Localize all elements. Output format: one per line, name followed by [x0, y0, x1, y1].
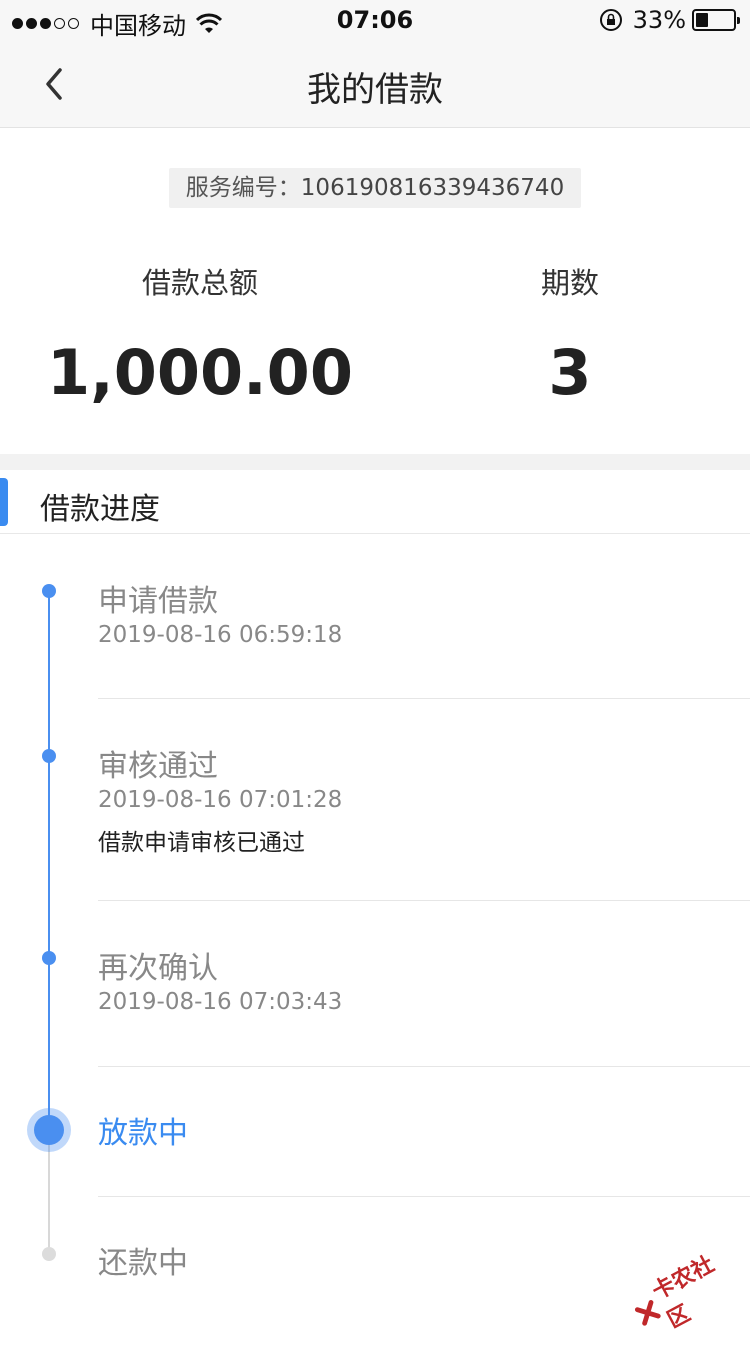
periods-label: 期数 [420, 260, 720, 302]
battery-percentage: 33% [633, 6, 686, 34]
step-dot-repaying [42, 1247, 56, 1261]
step-divider [98, 900, 750, 901]
step-dot-confirm [42, 951, 56, 965]
status-right: 33% [599, 6, 736, 34]
section-accent-bar [0, 478, 8, 526]
rotation-lock-icon [599, 8, 623, 32]
step-divider [98, 1196, 750, 1197]
amount-value: 1,000.00 [40, 336, 360, 409]
status-bar: 中国移动 07:06 33% [0, 0, 750, 40]
step-divider [98, 1066, 750, 1067]
step-note-approved: 借款申请审核已通过 [98, 823, 305, 857]
service-number-label: 服务编号： [186, 175, 301, 201]
service-number-badge: 服务编号：106190816339436740 [169, 168, 581, 208]
step-dot-apply [42, 584, 56, 598]
step-dot-disbursing-current [34, 1115, 64, 1145]
amount-label: 借款总额 [40, 260, 360, 302]
section-gap [0, 454, 750, 470]
step-time-confirm: 2019-08-16 07:03:43 [98, 989, 342, 1015]
progress-section-header: 借款进度 [0, 470, 750, 534]
step-dot-approved [42, 749, 56, 763]
step-time-apply: 2019-08-16 06:59:18 [98, 622, 342, 648]
loan-summary: 服务编号：106190816339436740 借款总额 1,000.00 期数… [0, 128, 750, 454]
periods-value: 3 [420, 336, 720, 409]
service-number-value: 106190816339436740 [301, 175, 564, 201]
timeline-line-completed [48, 590, 50, 1130]
step-title-disbursing: 放款中 [98, 1108, 188, 1152]
page-title: 我的借款 [0, 62, 750, 111]
step-divider [98, 698, 750, 699]
progress-timeline: 申请借款 2019-08-16 06:59:18 审核通过 2019-08-16… [0, 534, 750, 1334]
progress-section-title: 借款进度 [40, 484, 160, 528]
step-time-approved: 2019-08-16 07:01:28 [98, 787, 342, 813]
battery-icon [692, 9, 736, 31]
step-title-repaying: 还款中 [98, 1238, 188, 1282]
nav-bar: 我的借款 [0, 40, 750, 128]
step-title-approved: 审核通过 [98, 741, 218, 785]
timeline-line-pending [48, 1130, 50, 1254]
step-title-apply: 申请借款 [98, 576, 218, 620]
step-title-confirm: 再次确认 [98, 943, 218, 987]
battery-level [696, 13, 708, 27]
